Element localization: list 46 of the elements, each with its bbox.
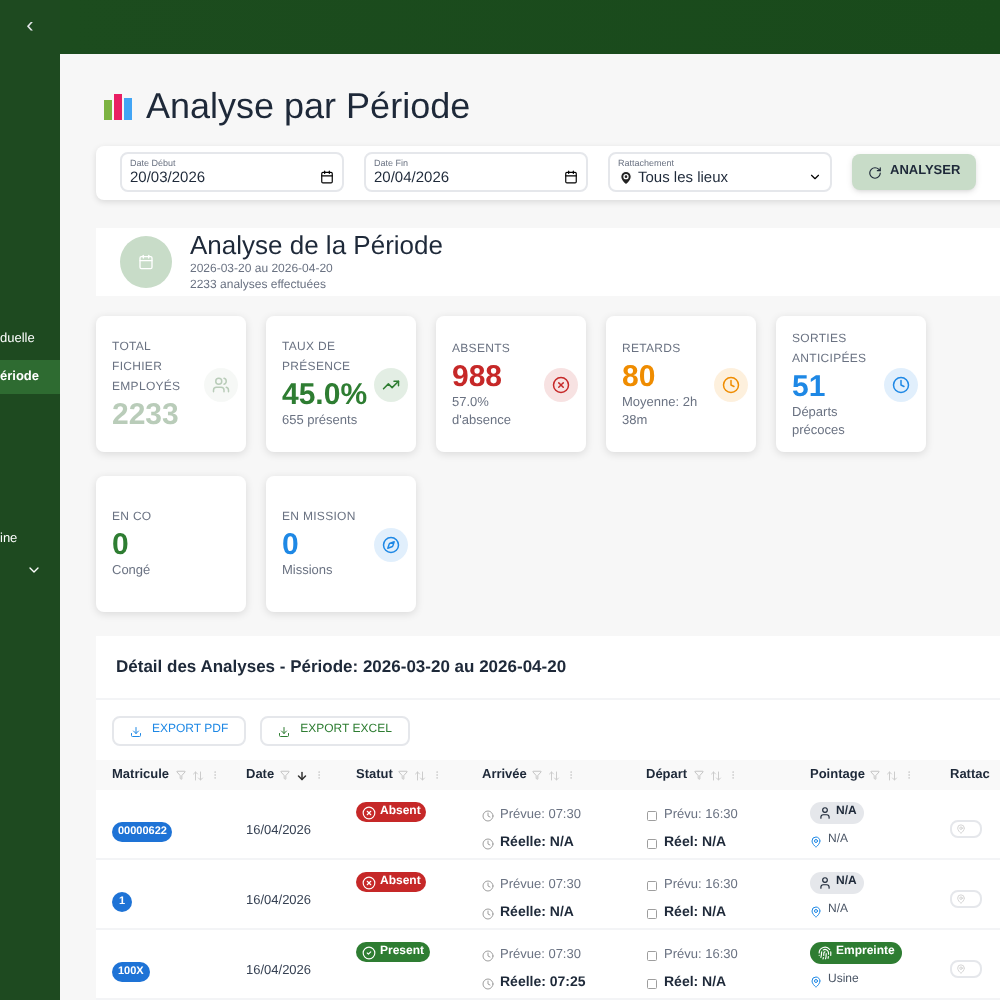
stat-value: 0 — [282, 528, 301, 563]
collapse-button[interactable]: ‹ — [26, 10, 34, 44]
refresh-icon — [868, 165, 882, 180]
clock-icon — [722, 375, 740, 394]
summary-title: Analyse de la Période — [190, 229, 443, 262]
filter-icon[interactable] — [870, 770, 881, 780]
stat-value: 0 — [112, 528, 131, 563]
trend-icon — [382, 375, 400, 394]
stat-value: 80 — [622, 359, 658, 394]
stat-value: 2233 — [112, 397, 181, 432]
chevron-down-icon[interactable] — [26, 562, 42, 578]
stat-value: 51 — [792, 369, 828, 404]
status-icon — [362, 945, 376, 959]
dropdown-icon — [808, 170, 822, 185]
pin-icon — [810, 835, 822, 847]
filter-icon[interactable] — [693, 770, 704, 780]
compass-icon — [382, 535, 400, 554]
page-title: Analyse par Période — [146, 83, 471, 130]
calendar-icon — [320, 170, 334, 185]
sort-icon[interactable] — [296, 769, 309, 781]
pin-icon — [810, 975, 822, 987]
stat-value: 988 — [452, 359, 505, 394]
person-icon — [818, 876, 832, 890]
status-icon — [362, 875, 376, 889]
pin-icon — [956, 964, 966, 974]
pin-icon — [618, 169, 634, 186]
status-icon — [362, 805, 376, 819]
stat-value: 45.0% — [282, 378, 370, 413]
bar-chart-icon — [104, 92, 132, 120]
calendar-icon — [564, 170, 578, 185]
filter-icon[interactable] — [398, 770, 409, 780]
fingerprint-icon — [818, 946, 832, 960]
filter-icon[interactable] — [175, 770, 186, 780]
person-icon — [818, 806, 832, 820]
people-icon — [212, 375, 230, 394]
pin-icon — [956, 824, 966, 834]
cancel-icon — [552, 375, 570, 394]
pin-icon — [956, 894, 966, 904]
calendar-icon — [120, 235, 172, 288]
pin-icon — [810, 905, 822, 917]
filter-icon[interactable] — [532, 770, 543, 780]
table-title: Détail des Analyses - Période: 2026-03-20 au 2026-04-20 — [96, 636, 1000, 700]
download-icon — [278, 725, 291, 737]
download-icon — [130, 725, 142, 737]
clock-icon — [892, 375, 910, 394]
filter-icon[interactable] — [280, 770, 291, 780]
